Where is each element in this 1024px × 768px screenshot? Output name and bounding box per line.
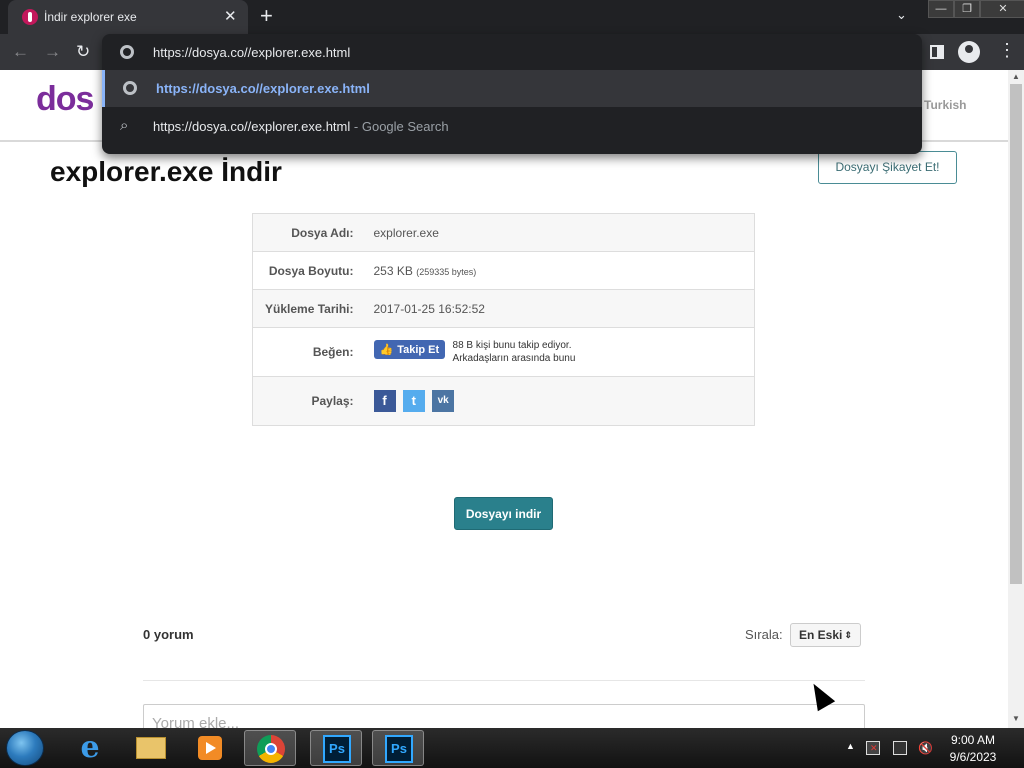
globe-icon	[120, 45, 134, 59]
follow-info-text: 88 B kişi bunu takip ediyor. Arkadaşların…	[452, 340, 576, 364]
address-bar[interactable]: https://dosya.co//explorer.exe.html	[102, 34, 922, 70]
upload-date-value: 2017-01-25 16:52:52	[363, 289, 755, 328]
forward-arrow-icon[interactable]: →	[44, 42, 61, 62]
tab-list-chevron-icon[interactable]: ⌄	[896, 7, 907, 23]
sort-select[interactable]: En Eski ⇕	[790, 623, 861, 647]
photoshop-icon: Ps	[385, 735, 413, 763]
scrollbar-thumb[interactable]	[1010, 84, 1022, 584]
suggestion-text: https://dosya.co//explorer.exe.html - Go…	[153, 119, 449, 134]
taskbar-internet-explorer[interactable]: e	[64, 730, 116, 766]
table-row: Paylaş: f t vk	[252, 376, 755, 426]
file-info-table: Dosya Adı: explorer.exe Dosya Boyutu: 25…	[252, 213, 755, 426]
reload-icon[interactable]: ↻	[76, 42, 90, 62]
browser-tab[interactable]: İndir explorer exe ✕	[8, 0, 248, 34]
profile-avatar-icon[interactable]	[958, 41, 980, 63]
clock-time: 9:00 AM	[950, 733, 996, 747]
like-label: Beğen:	[252, 327, 364, 377]
tab-title: İndir explorer exe	[44, 10, 137, 24]
upload-date-label: Yükleme Tarihi:	[252, 289, 364, 328]
maximize-button[interactable]: ❐	[954, 0, 980, 18]
taskbar-photoshop-2[interactable]: Ps	[372, 730, 424, 766]
twitter-icon[interactable]: t	[402, 390, 425, 412]
internet-explorer-icon: e	[80, 730, 100, 765]
new-tab-button[interactable]: +	[260, 4, 273, 28]
file-size-value: 253 KB (259335 bytes)	[363, 251, 755, 290]
table-row: Yükleme Tarihi: 2017-01-25 16:52:52	[252, 289, 755, 328]
tab-strip: İndir explorer exe ✕ + ⌄ — ❐ ✕	[0, 0, 1024, 34]
chrome-icon	[257, 735, 285, 763]
like-widget: 👍 Takip Et 88 B kişi bunu takip ediyor. Ar…	[363, 327, 755, 377]
action-center-flag-icon[interactable]	[866, 741, 880, 755]
table-row: Dosya Boyutu: 253 KB (259335 bytes)	[252, 251, 755, 290]
page-scrollbar[interactable]: ▲ ▼	[1008, 70, 1024, 728]
download-button[interactable]: Dosyayı indir	[454, 497, 553, 530]
table-row: Dosya Adı: explorer.exe	[252, 213, 755, 252]
web-page: dos Turkish explorer.exe İndir Dosyayı Ş…	[0, 70, 1008, 728]
minimize-button[interactable]: —	[928, 0, 954, 18]
tab-close-icon[interactable]: ✕	[224, 7, 237, 25]
taskbar-chrome[interactable]	[244, 730, 296, 766]
search-icon: ⌕	[120, 117, 129, 134]
file-size-label: Dosya Boyutu:	[252, 251, 364, 290]
site-favicon-icon	[22, 9, 38, 25]
report-file-button[interactable]: Dosyayı Şikayet Et!	[818, 151, 957, 184]
page-title: explorer.exe İndir	[50, 156, 282, 187]
share-icons: f t vk	[363, 376, 755, 426]
scroll-up-icon[interactable]: ▲	[1012, 72, 1020, 81]
facebook-follow-button[interactable]: 👍 Takip Et	[373, 340, 446, 359]
back-arrow-icon[interactable]: ←	[12, 42, 29, 62]
taskbar-media-player[interactable]	[184, 730, 236, 766]
sort-label: Sırala:	[745, 627, 783, 642]
divider	[143, 680, 865, 681]
omnibox-suggestion-url[interactable]: https://dosya.co//explorer.exe.html	[102, 70, 922, 107]
thumbs-up-icon: 👍	[379, 344, 394, 356]
comment-input[interactable]: Yorum ekle...	[143, 704, 865, 728]
omnibox-dropdown: https://dosya.co//explorer.exe.html http…	[102, 34, 922, 154]
photoshop-icon: Ps	[323, 735, 351, 763]
suggestion-text: https://dosya.co//explorer.exe.html	[156, 81, 370, 96]
close-window-button[interactable]: ✕	[980, 0, 1024, 18]
suggestion-subtext: - Google Search	[353, 119, 449, 134]
globe-icon	[123, 81, 137, 95]
taskbar-photoshop-1[interactable]: Ps	[310, 730, 362, 766]
tray-expand-icon[interactable]: ▲	[846, 741, 855, 751]
facebook-icon[interactable]: f	[373, 390, 396, 412]
address-bar-value[interactable]: https://dosya.co//explorer.exe.html	[153, 45, 350, 60]
file-name-value: explorer.exe	[363, 213, 755, 252]
scroll-down-icon[interactable]: ▼	[1012, 714, 1020, 723]
network-icon[interactable]	[893, 741, 907, 755]
clock-date: 9/6/2023	[949, 750, 997, 764]
taskbar-file-explorer[interactable]	[124, 730, 176, 766]
comments-count: 0 yorum	[143, 627, 194, 642]
sort-arrows-icon: ⇕	[844, 630, 852, 640]
system-clock[interactable]: 9:00 AM 9/6/2023	[942, 732, 1004, 766]
share-label: Paylaş:	[252, 376, 364, 426]
file-size-bytes: (259335 bytes)	[416, 266, 477, 277]
start-button[interactable]	[6, 730, 44, 766]
window-controls: — ❐ ✕	[928, 0, 1024, 18]
language-link[interactable]: Turkish	[924, 98, 966, 112]
vk-icon[interactable]: vk	[432, 390, 455, 412]
media-player-icon	[198, 736, 222, 760]
file-explorer-icon	[136, 737, 166, 759]
site-logo[interactable]: dos	[36, 80, 94, 119]
file-name-label: Dosya Adı:	[252, 213, 364, 252]
table-row: Beğen: 👍 Takip Et 88 B kişi bunu takip ed…	[252, 327, 755, 377]
omnibox-suggestion-search[interactable]: ⌕ https://dosya.co//explorer.exe.html - …	[102, 108, 922, 145]
volume-muted-icon[interactable]: 🔇	[918, 741, 933, 755]
side-panel-icon[interactable]	[930, 45, 944, 59]
browser-menu-icon[interactable]: ⋮	[998, 40, 1016, 61]
